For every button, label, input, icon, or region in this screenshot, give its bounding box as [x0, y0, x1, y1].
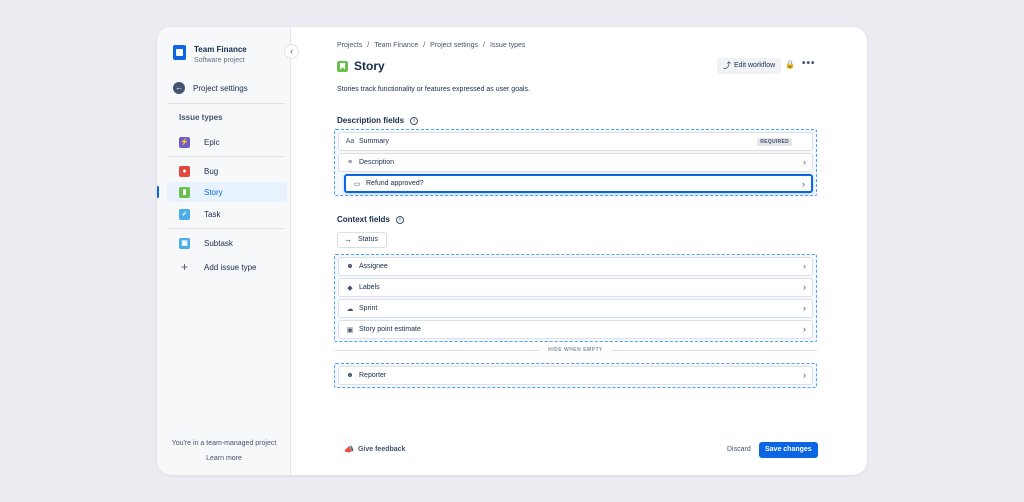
chevron-right-icon: ›: [803, 303, 806, 313]
sprint-icon: ☁: [346, 305, 354, 313]
issue-types-heading: Issue types: [179, 113, 223, 122]
team-managed-note: You're in a team-managed project: [171, 440, 277, 447]
app-frame: Team Finance Software project ← Project …: [157, 27, 867, 475]
status-field[interactable]: → Status: [337, 232, 387, 248]
sidebar-item-bug[interactable]: ● Bug: [167, 161, 287, 181]
breadcrumb-projects[interactable]: Projects: [337, 42, 362, 49]
paragraph-icon: ≡: [347, 159, 353, 166]
plus-icon: +: [180, 259, 188, 274]
page-title[interactable]: Story: [354, 59, 385, 73]
lock-icon[interactable]: 🔒: [785, 60, 795, 69]
bug-icon: ●: [179, 165, 190, 177]
bookmark-icon: ▮: [179, 186, 190, 198]
lightning-icon: ⚡: [179, 136, 190, 148]
more-actions-icon[interactable]: •••: [802, 58, 816, 69]
page-title-row: Story: [337, 59, 385, 73]
divider: [167, 156, 285, 157]
context-fields-heading: Context fields i: [337, 215, 404, 224]
field-sprint[interactable]: ☁ Sprint ›: [338, 299, 813, 318]
learn-more-link[interactable]: Learn more: [157, 455, 291, 462]
sidebar-item-label: Subtask: [204, 238, 233, 248]
chevron-right-icon: ›: [803, 370, 806, 380]
megaphone-icon: 📣: [344, 445, 354, 454]
chevron-right-icon: ›: [803, 261, 806, 271]
sidebar-item-label: Story: [204, 187, 223, 197]
chevron-right-icon: ›: [802, 179, 805, 189]
sidebar: Team Finance Software project ← Project …: [157, 27, 291, 475]
required-badge: REQUIRED: [757, 138, 792, 146]
sidebar-item-label: Task: [204, 209, 221, 219]
project-header[interactable]: Team Finance Software project: [173, 44, 247, 66]
main-content: Projects / Team Finance / Project settings / I…: [291, 27, 867, 475]
chevron-right-icon: ›: [803, 324, 806, 334]
breadcrumb-project-settings[interactable]: Project settings: [430, 42, 478, 49]
hide-when-empty-divider: HIDE WHEN EMPTY: [334, 347, 817, 353]
tag-icon: ◆: [347, 284, 353, 292]
estimate-icon: ▣: [346, 326, 354, 334]
hidden-fields-dropzone: ☻ Reporter ›: [334, 363, 817, 388]
sidebar-item-label: Add issue type: [204, 262, 257, 272]
field-description[interactable]: ≡ Description ›: [338, 153, 813, 172]
sidebar-item-story[interactable]: ▮ Story: [157, 182, 287, 202]
field-summary[interactable]: Aa Summary REQUIRED: [338, 132, 813, 151]
field-refund-approved[interactable]: ▭ Refund approved? ›: [344, 174, 813, 193]
field-assignee[interactable]: ☻ Assignee ›: [338, 257, 813, 276]
project-type: Software project: [194, 57, 245, 64]
folder-icon: ▭: [353, 180, 361, 188]
breadcrumb: Projects / Team Finance / Project settings / I…: [337, 42, 526, 49]
description-fields-heading: Description fields i: [337, 116, 419, 125]
breadcrumb-issue-types[interactable]: Issue types: [490, 42, 525, 49]
sidebar-item-subtask[interactable]: ▣ Subtask: [167, 233, 287, 253]
subtask-icon: ▣: [179, 237, 190, 249]
back-to-project-settings[interactable]: ← Project settings: [173, 82, 248, 94]
sidebar-item-task[interactable]: ✓ Task: [167, 204, 287, 224]
project-icon: [173, 45, 186, 60]
give-feedback-button[interactable]: 📣 Give feedback: [344, 445, 405, 454]
info-icon[interactable]: i: [395, 215, 404, 224]
project-name: Team Finance: [194, 45, 247, 54]
check-icon: ✓: [179, 208, 190, 220]
field-story-point-estimate[interactable]: ▣ Story point estimate ›: [338, 320, 813, 339]
sidebar-item-label: Epic: [204, 137, 220, 147]
chevron-right-icon: ›: [803, 282, 806, 292]
arrow-left-icon: ←: [173, 82, 185, 94]
edit-workflow-label: Edit workflow: [734, 62, 776, 69]
chevron-right-icon: ›: [803, 157, 806, 167]
text-icon: Aa: [345, 138, 355, 145]
discard-button[interactable]: Discard: [727, 446, 751, 453]
bookmark-icon: [337, 60, 348, 72]
breadcrumb-team-finance[interactable]: Team Finance: [374, 42, 418, 49]
save-changes-button[interactable]: Save changes: [759, 442, 818, 458]
description-fields-dropzone: Aa Summary REQUIRED ≡ Description › ▭ Re…: [334, 129, 817, 196]
issue-type-description[interactable]: Stories track functionality or features …: [337, 86, 530, 93]
person-icon: ☻: [346, 263, 354, 270]
arrow-right-icon: →: [344, 235, 352, 244]
divider: [167, 103, 285, 104]
info-icon[interactable]: i: [410, 116, 419, 125]
add-issue-type-button[interactable]: + Add issue type: [167, 257, 287, 277]
collapse-sidebar-button[interactable]: ‹: [284, 44, 299, 59]
workflow-icon: ⤴: [723, 61, 731, 70]
field-labels[interactable]: ◆ Labels ›: [338, 278, 813, 297]
person-icon: ☻: [346, 372, 354, 379]
field-reporter[interactable]: ☻ Reporter ›: [338, 366, 813, 385]
sidebar-item-epic[interactable]: ⚡ Epic: [167, 132, 287, 152]
edit-workflow-button[interactable]: ⤴ Edit workflow: [717, 58, 782, 74]
back-label: Project settings: [193, 83, 248, 93]
context-fields-dropzone: ☻ Assignee › ◆ Labels › ☁ Sprint › ▣ Sto…: [334, 254, 817, 342]
sidebar-item-label: Bug: [204, 166, 219, 176]
divider: [167, 228, 285, 229]
